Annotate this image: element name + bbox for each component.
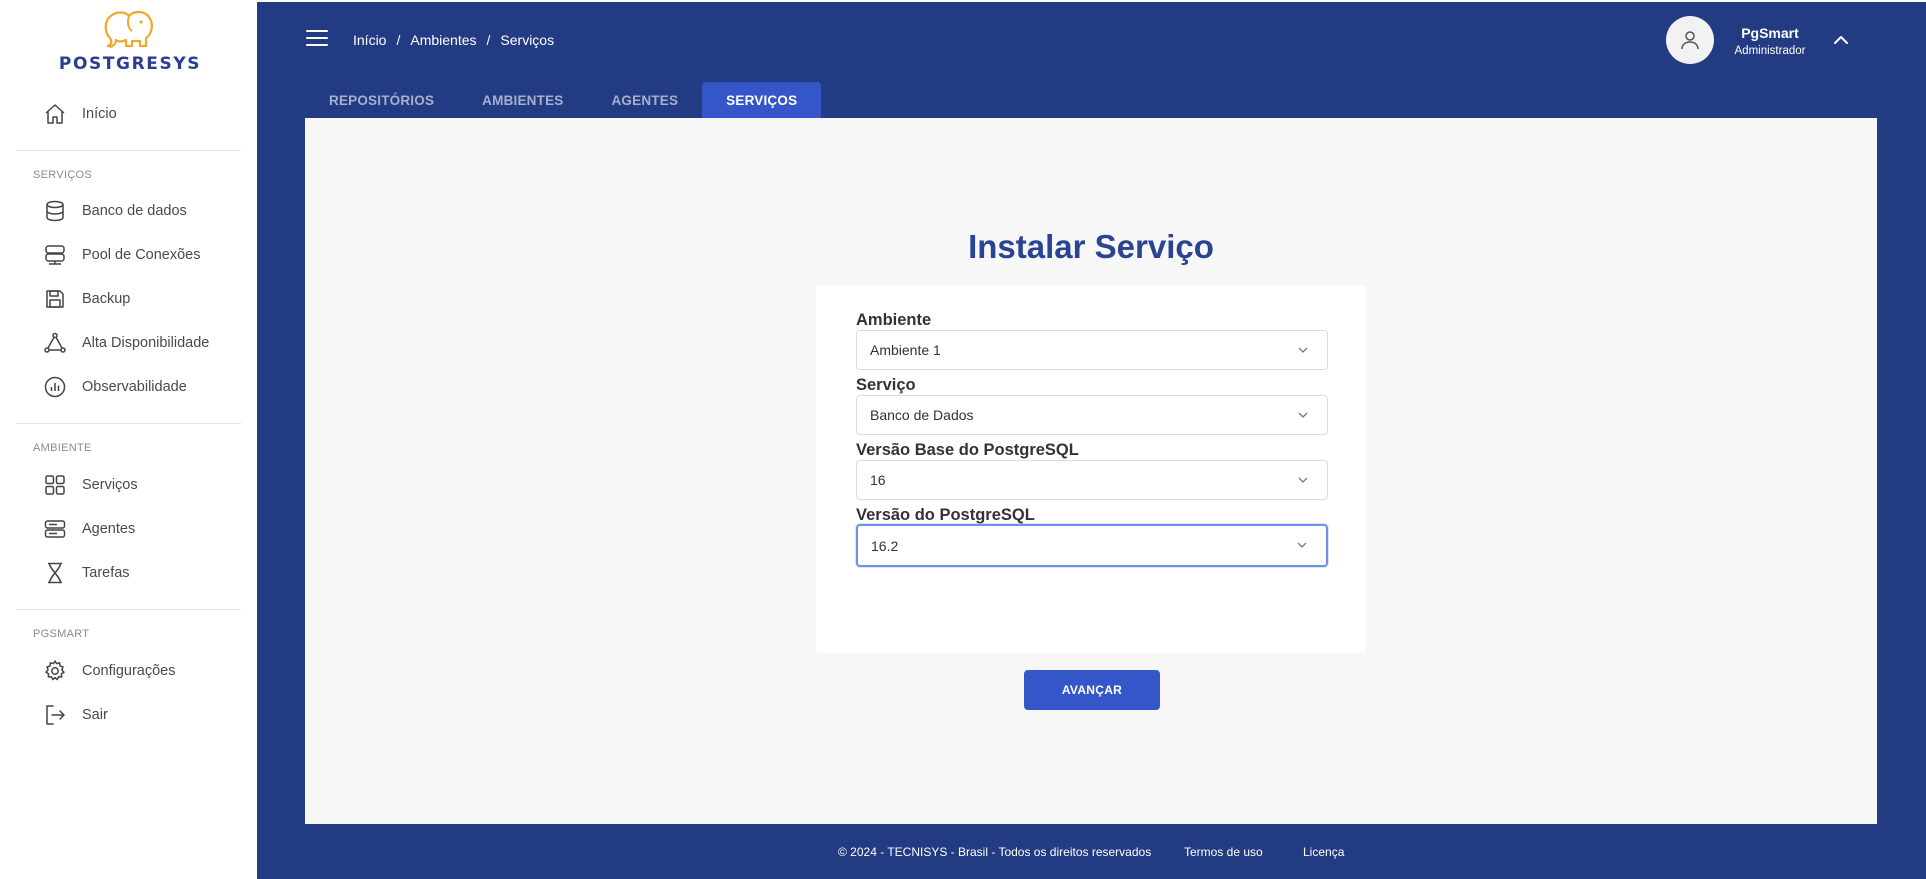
section-label-pgsmart: PGSMART [33, 628, 90, 640]
section-label-servicos: SERVIÇOS [33, 169, 93, 181]
brand-logo[interactable]: POSTGRESYS [40, 8, 220, 74]
server-icon [42, 516, 68, 542]
versao-base-select-value: 16 [870, 472, 886, 488]
sidebar-item-label: Alta Disponibilidade [82, 335, 210, 351]
breadcrumb: Início / Ambientes / Serviços [353, 32, 554, 48]
chevron-down-icon [1298, 347, 1308, 353]
sidebar-item-label: Banco de dados [82, 203, 187, 219]
sidebar: POSTGRESYS Início SERVIÇOS Banco de dado… [0, 0, 257, 879]
copyright-text: © 2024 - TECNISYS - Brasil - Todos os di… [838, 845, 1152, 859]
user-name: PgSmart [1741, 25, 1799, 41]
sidebar-item-label: Serviços [82, 477, 138, 493]
breadcrumb-item-inicio[interactable]: Início [353, 32, 386, 48]
network-icon [42, 330, 68, 356]
sidebar-item-agents[interactable]: Agentes [42, 514, 135, 544]
sidebar-item-label: Pool de Conexões [82, 247, 201, 263]
home-icon [42, 101, 68, 127]
sidebar-divider [16, 423, 241, 424]
user-menu: PgSmart Administrador [1666, 16, 1926, 66]
sidebar-item-label: Sair [82, 707, 108, 723]
sidebar-item-label: Configurações [82, 663, 176, 679]
brand-name: POSTGRESYS [58, 54, 202, 74]
sidebar-item-label: Início [82, 106, 117, 122]
breadcrumb-separator: / [396, 32, 401, 48]
avatar[interactable] [1666, 16, 1714, 64]
servico-select[interactable]: Banco de Dados [856, 395, 1328, 435]
sidebar-item-label: Agentes [82, 521, 136, 537]
footer: © 2024 - TECNISYS - Brasil - Todos os di… [257, 845, 1926, 865]
gear-icon [42, 658, 68, 684]
chevron-down-icon [1298, 477, 1308, 483]
sidebar-item-high-availability[interactable]: Alta Disponibilidade [42, 328, 209, 358]
hourglass-icon [42, 560, 68, 586]
sidebar-item-backup[interactable]: Backup [42, 284, 130, 314]
logout-icon [42, 702, 68, 728]
tab-servicos[interactable]: SERVIÇOS [702, 82, 822, 118]
field-label-versao-base: Versão Base do PostgreSQL [856, 441, 1079, 459]
field-label-servico: Serviço [856, 376, 916, 394]
versao-postgresql-select[interactable]: 16.2 [856, 524, 1328, 567]
main-area: Início / Ambientes / Serviços PgSmart Ad… [257, 2, 1926, 879]
advance-button[interactable]: AVANÇAR [1024, 670, 1160, 710]
sidebar-item-label: Tarefas [82, 565, 130, 581]
elephant-logo-icon [104, 10, 153, 48]
versao-postgresql-select-value: 16.2 [871, 537, 899, 554]
tab-bar: REPOSITÓRIOS AMBIENTES AGENTES SERVIÇOS [305, 82, 822, 118]
sidebar-item-database[interactable]: Banco de dados [42, 196, 187, 226]
tab-repositorios[interactable]: REPOSITÓRIOS [305, 82, 458, 118]
ambiente-select-value: Ambiente 1 [870, 342, 941, 358]
versao-base-select[interactable]: 16 [856, 460, 1328, 500]
menu-toggle-icon[interactable] [306, 30, 328, 46]
chart-icon [42, 374, 68, 400]
sidebar-item-home[interactable]: Início [42, 99, 117, 129]
chevron-down-icon [1297, 542, 1307, 548]
content-panel: Instalar Serviço Ambiente Ambiente 1 Ser… [305, 118, 1877, 824]
breadcrumb-item-ambientes[interactable]: Ambientes [410, 32, 476, 48]
field-label-versao-postgresql: Versão do PostgreSQL [856, 506, 1035, 524]
sidebar-item-observability[interactable]: Observabilidade [42, 372, 187, 402]
chevron-down-icon [1298, 412, 1308, 418]
field-label-ambiente: Ambiente [856, 311, 932, 329]
sidebar-item-logout[interactable]: Sair [42, 700, 108, 730]
sidebar-item-label: Backup [82, 291, 131, 307]
install-service-form: Ambiente Ambiente 1 Serviço Banco de Dad… [816, 285, 1366, 653]
sidebar-item-tasks[interactable]: Tarefas [42, 558, 130, 588]
tab-ambientes[interactable]: AMBIENTES [458, 82, 587, 118]
breadcrumb-item-servicos[interactable]: Serviços [500, 32, 554, 48]
page-title: Instalar Serviço [968, 228, 1214, 265]
sidebar-item-settings[interactable]: Configurações [42, 656, 176, 686]
tab-agentes[interactable]: AGENTES [587, 82, 702, 118]
ambiente-select[interactable]: Ambiente 1 [856, 330, 1328, 370]
database-icon [42, 198, 68, 224]
sidebar-item-label: Observabilidade [82, 379, 187, 395]
sidebar-item-services[interactable]: Serviços [42, 470, 138, 500]
section-label-ambiente: AMBIENTE [33, 442, 92, 454]
grid-icon [42, 472, 68, 498]
terms-link[interactable]: Termos de uso [1184, 845, 1263, 859]
user-icon [1681, 31, 1699, 50]
save-icon [42, 286, 68, 312]
sidebar-divider [16, 609, 241, 610]
chevron-up-icon[interactable] [1831, 30, 1851, 50]
license-link[interactable]: Licença [1303, 845, 1344, 859]
breadcrumb-separator: / [486, 32, 491, 48]
server-stack-icon [42, 242, 68, 268]
sidebar-divider [16, 150, 241, 151]
user-role: Administrador [1734, 45, 1806, 57]
servico-select-value: Banco de Dados [870, 407, 974, 423]
sidebar-item-connection-pool[interactable]: Pool de Conexões [42, 240, 201, 270]
